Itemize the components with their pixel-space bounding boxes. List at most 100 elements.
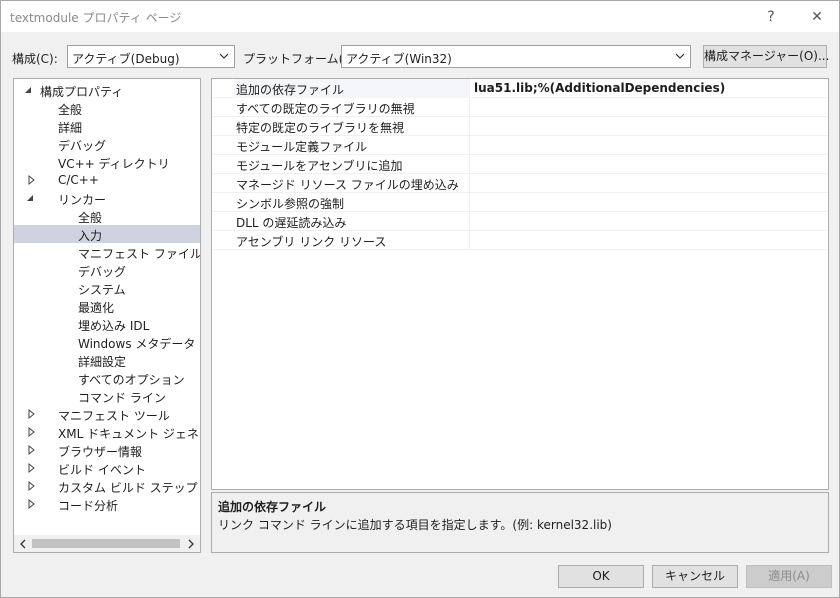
column-divider <box>469 136 470 155</box>
tree-item[interactable]: VC++ ディレクトリ <box>14 153 200 171</box>
tree-item-label: すべてのオプション <box>78 373 185 387</box>
column-divider <box>469 98 470 117</box>
tree-item-label: ビルド イベント <box>58 463 146 477</box>
property-name: 追加の依存ファイル <box>236 83 345 97</box>
column-divider <box>469 193 470 212</box>
column-divider <box>469 231 470 250</box>
tree-item-label: 詳細 <box>58 121 83 135</box>
property-row[interactable]: DLL の遅延読み込み <box>212 212 828 231</box>
tree-item[interactable]: カスタム ビルド ステップ <box>14 477 200 495</box>
tree-item[interactable]: すべてのオプション <box>14 369 200 387</box>
tree-item-label: マニフェスト ツール <box>58 409 170 423</box>
property-name: アセンブリ リンク リソース <box>236 235 387 249</box>
tree-item[interactable]: マニフェスト ファイル <box>14 243 200 261</box>
scrollbar-thumb[interactable] <box>32 539 180 548</box>
tree-item[interactable]: 入力 <box>14 225 200 243</box>
window-title: textmodule プロパティ ページ <box>10 11 182 25</box>
property-row[interactable]: モジュール定義ファイル <box>212 136 828 155</box>
property-row[interactable]: シンボル参照の強制 <box>212 193 828 212</box>
close-button[interactable]: ✕ <box>797 1 837 32</box>
apply-button[interactable]: 適用(A) <box>746 565 832 588</box>
platform-dropdown[interactable]: アクティブ(Win32) <box>341 45 691 68</box>
tree-horizontal-scrollbar[interactable] <box>14 535 200 552</box>
tree-item[interactable]: 詳細 <box>14 117 200 135</box>
tree-item-label: カスタム ビルド ステップ <box>58 481 198 495</box>
collapsed-triangle-icon[interactable] <box>26 426 36 438</box>
help-button[interactable]: ? <box>751 1 791 32</box>
property-name: マネージド リソース ファイルの埋め込み <box>236 178 459 192</box>
tree-item-label: XML ドキュメント ジェネレーター <box>58 427 200 441</box>
tree-item[interactable]: 最適化 <box>14 297 200 315</box>
config-dropdown-value: アクティブ(Debug) <box>72 52 180 66</box>
description-panel: 追加の依存ファイル リンク コマンド ラインに追加する項目を指定します。(例: … <box>211 492 829 553</box>
property-row[interactable]: アセンブリ リンク リソース <box>212 231 828 250</box>
tree-item[interactable]: C/C++ <box>14 171 200 189</box>
property-tree[interactable]: 構成プロパティ 全般 詳細 デバッグ VC++ ディレクトリ C/C++ リンカー 全般 入力マ… <box>13 78 201 553</box>
property-name: DLL の遅延読み込み <box>236 216 347 230</box>
help-icon: ? <box>767 8 775 25</box>
column-divider <box>469 212 470 231</box>
tree-item-label: Windows メタデータ <box>78 337 196 351</box>
description-body: リンク コマンド ラインに追加する項目を指定します。(例: kernel32.l… <box>218 518 612 532</box>
property-name: モジュールをアセンブリに追加 <box>236 159 403 173</box>
configuration-manager-button[interactable]: 構成マネージャー(O)... <box>703 45 829 68</box>
property-name: モジュール定義ファイル <box>236 140 368 154</box>
tree-item-label: 最適化 <box>78 301 115 315</box>
chevron-down-icon <box>675 53 685 59</box>
tree-item-label: ブラウザー情報 <box>58 445 143 459</box>
property-pages-dialog: textmodule プロパティ ページ ? ✕ 構成(C): アクティブ(De… <box>0 0 840 598</box>
tree-item-label: デバッグ <box>78 265 127 279</box>
property-value[interactable]: lua51.lib;%(AdditionalDependencies) <box>474 81 725 95</box>
tree-item-label: コマンド ライン <box>78 391 166 405</box>
tree-item-label: 入力 <box>78 229 103 243</box>
tree-item[interactable]: 埋め込み IDL <box>14 315 200 333</box>
tree-item-label: デバッグ <box>58 139 107 153</box>
scroll-left-icon[interactable] <box>16 537 30 550</box>
property-name: 特定の既定のライブラリを無視 <box>236 121 405 135</box>
cancel-button[interactable]: キャンセル <box>652 565 738 588</box>
tree-item[interactable]: デバッグ <box>14 135 200 153</box>
property-row[interactable]: すべての既定のライブラリの無視 <box>212 98 828 117</box>
tree-item[interactable]: コマンド ライン <box>14 387 200 405</box>
tree-item-label: VC++ ディレクトリ <box>58 157 170 171</box>
collapsed-triangle-icon[interactable] <box>26 444 36 456</box>
collapsed-triangle-icon[interactable] <box>26 408 36 420</box>
tree-item-label: リンカー <box>58 193 107 207</box>
tree-item[interactable]: マニフェスト ツール <box>14 405 200 423</box>
scroll-right-icon[interactable] <box>184 537 198 550</box>
tree-item[interactable]: Windows メタデータ <box>14 333 200 351</box>
property-row[interactable]: モジュールをアセンブリに追加 <box>212 155 828 174</box>
tree-item[interactable]: ビルド イベント <box>14 459 200 477</box>
tree-item[interactable]: システム <box>14 279 200 297</box>
tree-item-label: コード分析 <box>58 499 119 513</box>
tree-item[interactable]: リンカー <box>14 189 200 207</box>
tree-item-label: 全般 <box>78 211 103 225</box>
property-row[interactable]: 特定の既定のライブラリを無視 <box>212 117 828 136</box>
collapsed-triangle-icon[interactable] <box>26 480 36 492</box>
description-title: 追加の依存ファイル <box>218 500 327 514</box>
tree-item[interactable]: 構成プロパティ <box>14 81 200 99</box>
tree-item[interactable]: ブラウザー情報 <box>14 441 200 459</box>
tree-item[interactable]: デバッグ <box>14 261 200 279</box>
column-divider <box>469 117 470 136</box>
collapsed-triangle-icon[interactable] <box>26 462 36 474</box>
collapsed-triangle-icon[interactable] <box>26 498 36 510</box>
config-label: 構成(C): <box>12 52 58 66</box>
tree-item-label: 全般 <box>58 103 83 117</box>
property-row[interactable]: マネージド リソース ファイルの埋め込み <box>212 174 828 193</box>
tree-item[interactable]: XML ドキュメント ジェネレーター <box>14 423 200 441</box>
property-name: シンボル参照の強制 <box>236 197 345 211</box>
collapsed-triangle-icon[interactable] <box>26 174 36 186</box>
tree-item[interactable]: 全般 <box>14 207 200 225</box>
property-name: すべての既定のライブラリの無視 <box>236 102 415 116</box>
expanded-triangle-icon[interactable] <box>26 192 36 204</box>
config-dropdown[interactable]: アクティブ(Debug) <box>67 45 235 68</box>
tree-item[interactable]: 詳細設定 <box>14 351 200 369</box>
column-divider <box>469 79 470 98</box>
platform-dropdown-value: アクティブ(Win32) <box>346 52 452 66</box>
ok-button[interactable]: OK <box>558 565 644 588</box>
expanded-triangle-icon[interactable] <box>24 84 34 96</box>
property-row[interactable]: 追加の依存ファイル lua51.lib;%(AdditionalDependenc… <box>212 79 828 98</box>
tree-item[interactable]: コード分析 <box>14 495 200 513</box>
tree-item[interactable]: 全般 <box>14 99 200 117</box>
